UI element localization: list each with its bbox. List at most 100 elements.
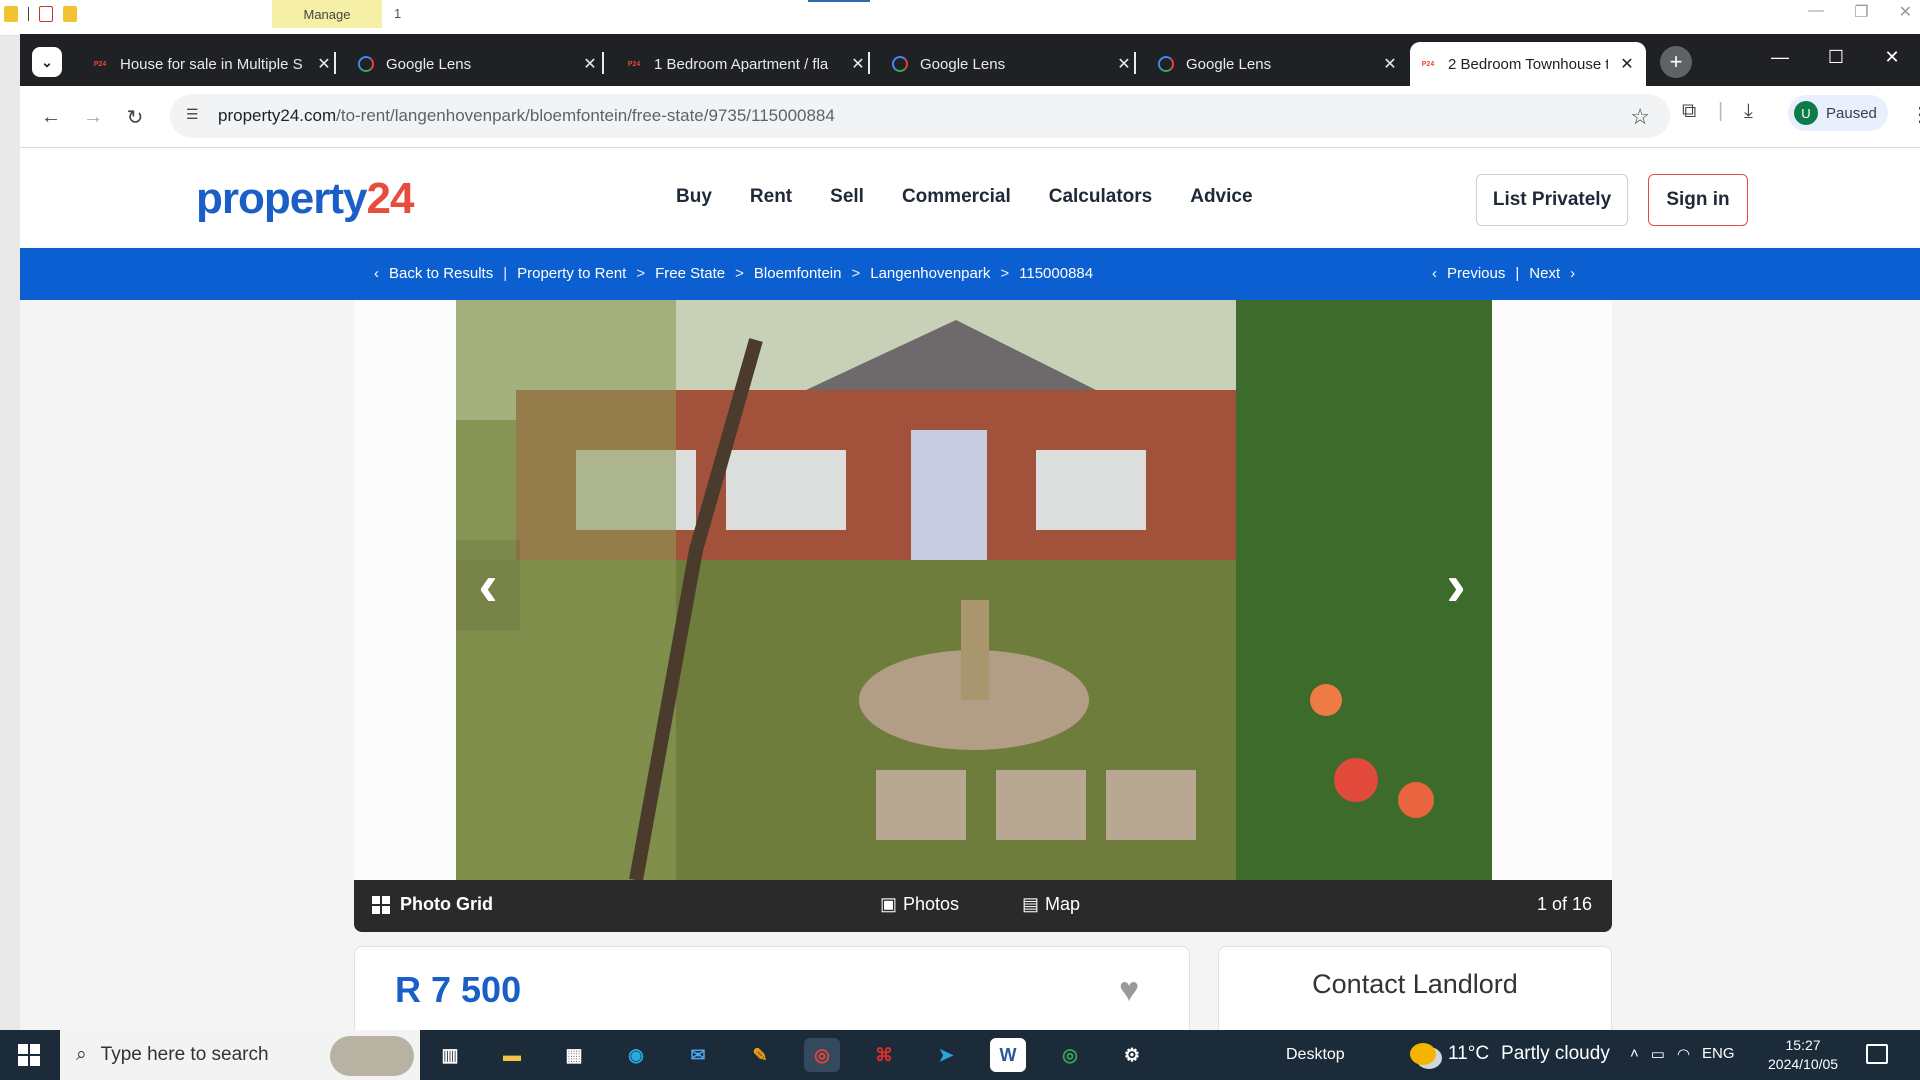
wifi-icon[interactable]: ◠ (1677, 1045, 1690, 1063)
chevron-left-icon: ‹ (374, 265, 379, 282)
nav-advice[interactable]: Advice (1190, 186, 1252, 208)
settings-gear-icon[interactable]: ⚙ (1114, 1038, 1150, 1072)
microsoft-store-icon[interactable]: ▦ (556, 1038, 592, 1072)
weather-widget[interactable]: 11°C Partly cloudy (1410, 1043, 1610, 1065)
tab-divider (602, 52, 604, 74)
breadcrumb-free-state[interactable]: Free State (655, 265, 725, 282)
telegram-icon[interactable]: ➤ (928, 1038, 964, 1072)
url-path: /to-rent/langenhovenpark/bloemfontein/fr… (336, 106, 835, 125)
task-view-icon[interactable]: ▥ (432, 1038, 468, 1072)
tab-search-button[interactable]: ⌄ (32, 47, 62, 77)
property24-logo[interactable]: property24 (196, 174, 414, 224)
tab-divider (1134, 52, 1136, 74)
tab-title: Google Lens (386, 55, 472, 73)
close-window-icon[interactable]: ✕ (1864, 47, 1920, 68)
chrome-profile-icon[interactable]: ◎ (1052, 1038, 1088, 1072)
favourite-heart-icon[interactable]: ♥ (1119, 971, 1139, 1010)
tab-3[interactable]: P24 1 Bedroom Apartment / fla ✕ (616, 42, 880, 86)
new-tab-button[interactable]: + (1660, 46, 1692, 78)
map-button[interactable]: ▤ Map (1022, 894, 1080, 915)
chevron-down-icon: ⌄ (41, 53, 53, 70)
tab-title: 2 Bedroom Townhouse to r (1448, 55, 1608, 73)
restore-icon[interactable]: ❐ (1854, 2, 1868, 22)
nav-commercial[interactable]: Commercial (902, 186, 1011, 208)
nav-sell[interactable]: Sell (830, 186, 864, 208)
quick-access-toolbar (0, 6, 77, 22)
paint-icon[interactable]: ✎ (742, 1038, 778, 1072)
main-nav: Buy Rent Sell Commercial Calculators Adv… (676, 186, 1253, 208)
chevron-up-icon[interactable]: ˄ (1630, 1045, 1639, 1063)
close-tab-icon[interactable]: ✕ (1115, 54, 1133, 74)
close-tab-icon[interactable]: ✕ (315, 54, 333, 74)
next-photo-button[interactable]: › (1424, 540, 1488, 630)
photo-grid-button[interactable]: Photo Grid (372, 894, 493, 915)
mail-icon[interactable]: ✉ (680, 1038, 716, 1072)
minimize-icon[interactable]: — (1752, 47, 1808, 68)
notification-icon[interactable] (1866, 1044, 1888, 1064)
language-indicator[interactable]: ENG (1702, 1045, 1735, 1063)
new-folder-icon[interactable] (63, 6, 77, 22)
browser-window: ⌄ P24 House for sale in Multiple S ✕ Goo… (20, 34, 1920, 1034)
tab-2[interactable]: Google Lens ✕ (348, 42, 612, 86)
tab-1[interactable]: P24 House for sale in Multiple S ✕ (82, 42, 346, 86)
extensions-icon[interactable]: ⧉ (1682, 100, 1696, 123)
breadcrumb-listing-id: 115000884 (1019, 265, 1094, 282)
reload-icon[interactable]: ↻ (120, 102, 150, 132)
previous-photo-button[interactable]: ‹ (456, 540, 520, 630)
checkbox-icon[interactable] (39, 6, 53, 22)
map-label: Map (1045, 894, 1081, 914)
tab-title: Google Lens (1186, 55, 1272, 73)
close-icon[interactable]: ✕ (1899, 2, 1912, 22)
chrome-icon[interactable]: ◎ (804, 1038, 840, 1072)
manage-tab[interactable]: Manage (272, 0, 382, 28)
back-arrow-icon[interactable]: ← (36, 102, 66, 132)
clock-time: 15:27 (1785, 1037, 1821, 1053)
nav-rent[interactable]: Rent (750, 186, 792, 208)
folder-icon[interactable] (4, 6, 18, 22)
next-link[interactable]: Next (1529, 265, 1560, 282)
list-privately-button[interactable]: List Privately (1476, 174, 1628, 226)
forward-arrow-icon[interactable]: → (78, 102, 108, 132)
nav-calculators[interactable]: Calculators (1049, 186, 1152, 208)
sign-in-button[interactable]: Sign in (1648, 174, 1748, 226)
clock[interactable]: 15:27 2024/10/05 (1768, 1036, 1838, 1074)
site-info-icon[interactable]: ☰ (186, 106, 206, 126)
windows-start-icon[interactable] (18, 1044, 40, 1066)
file-explorer-icon[interactable]: ▬ (494, 1038, 530, 1072)
taskbar-search[interactable]: ⌕ Type here to search (60, 1030, 420, 1080)
word-icon[interactable]: W (990, 1038, 1026, 1072)
maximize-icon[interactable]: ☐ (1808, 47, 1864, 68)
close-tab-icon[interactable]: ✕ (1618, 54, 1636, 74)
desktop-toolbar[interactable]: Desktop (1286, 1046, 1345, 1064)
window-controls: — ☐ ✕ (1752, 34, 1920, 80)
close-tab-icon[interactable]: ✕ (581, 54, 599, 74)
profile-button[interactable]: U Paused (1788, 95, 1888, 131)
bookmark-star-icon[interactable]: ☆ (1630, 104, 1650, 130)
back-to-results-link[interactable]: Back to Results (389, 265, 493, 282)
property24-icon: P24 (1421, 60, 1435, 68)
breadcrumb-property-to-rent[interactable]: Property to Rent (517, 265, 626, 282)
breadcrumb-bloemfontein[interactable]: Bloemfontein (754, 265, 842, 282)
image-icon: ▣ (880, 894, 898, 914)
address-bar[interactable]: ☰ property24.com/to-rent/langenhovenpark… (170, 94, 1670, 138)
close-tab-icon[interactable]: ✕ (849, 54, 867, 74)
divider: | (503, 265, 508, 282)
battery-icon[interactable]: ▭ (1651, 1045, 1665, 1063)
menu-icon[interactable]: ⋮ (1910, 102, 1920, 127)
acrobat-icon[interactable]: ⌘ (866, 1038, 902, 1072)
url-text[interactable]: property24.com/to-rent/langenhovenpark/b… (218, 106, 835, 126)
photos-button[interactable]: ▣ Photos (880, 894, 959, 915)
download-icon[interactable]: ⤓ (1744, 100, 1753, 123)
edge-icon[interactable]: ◉ (618, 1038, 654, 1072)
logo-number: 24 (366, 174, 414, 223)
minimize-icon[interactable]: — (1808, 2, 1824, 22)
google-lens-icon (358, 56, 374, 72)
close-tab-icon[interactable]: ✕ (1381, 54, 1399, 74)
previous-link[interactable]: Previous (1447, 265, 1505, 282)
breadcrumb-langenhovenpark[interactable]: Langenhovenpark (870, 265, 990, 282)
tab-6-active[interactable]: P24 2 Bedroom Townhouse to r ✕ (1410, 42, 1646, 86)
listing-photo[interactable] (456, 300, 1492, 880)
nav-buy[interactable]: Buy (676, 186, 712, 208)
tab-5[interactable]: Google Lens ✕ (1148, 42, 1412, 86)
tab-4[interactable]: Google Lens ✕ (882, 42, 1146, 86)
